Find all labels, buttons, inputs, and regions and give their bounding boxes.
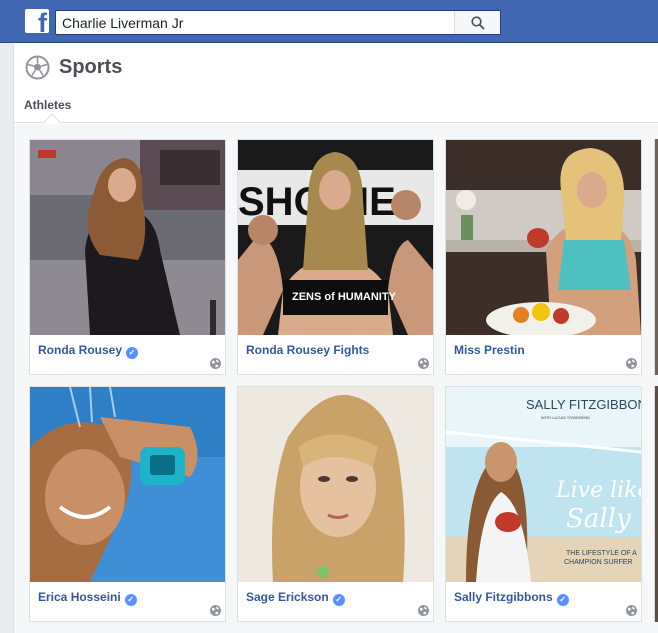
svg-text:Live like: Live like bbox=[555, 478, 641, 503]
athlete-photo[interactable] bbox=[30, 140, 225, 335]
svg-text:ZENS of HUMANITY: ZENS of HUMANITY bbox=[292, 291, 397, 303]
search-icon bbox=[470, 15, 485, 30]
facebook-logo-icon[interactable]: f bbox=[25, 9, 49, 33]
tab-athletes[interactable]: Athletes bbox=[24, 98, 71, 112]
athlete-card[interactable]: SHO ME ZENS of HUMANITY Ronda Rousey Fig… bbox=[237, 139, 434, 375]
globe-icon bbox=[210, 605, 221, 616]
partial-card[interactable] bbox=[654, 139, 658, 375]
svg-text:Sally: Sally bbox=[566, 504, 631, 534]
athlete-name[interactable]: Miss Prestin bbox=[454, 343, 525, 357]
athlete-name[interactable]: Ronda Rousey Fights bbox=[246, 343, 369, 357]
content-panel: Sports Athletes Ronda Rousey ✓ SHO ME ZE… bbox=[13, 43, 658, 633]
athlete-name[interactable]: Ronda Rousey ✓ bbox=[38, 343, 139, 359]
soccer-ball-icon bbox=[25, 55, 50, 80]
page-header: Sports Athletes bbox=[14, 43, 658, 131]
athlete-card[interactable]: Sage Erickson ✓ bbox=[237, 386, 434, 622]
globe-icon bbox=[626, 605, 637, 616]
athlete-photo[interactable] bbox=[446, 140, 641, 335]
athlete-name[interactable]: Sage Erickson ✓ bbox=[246, 590, 345, 606]
tab-divider bbox=[14, 122, 658, 123]
globe-icon bbox=[418, 358, 429, 369]
athlete-card[interactable]: Erica Hosseini ✓ bbox=[29, 386, 226, 622]
athlete-photo[interactable]: SALLY FITZGIBBONS WITH LUCAS TOWNSEND Li… bbox=[446, 387, 641, 582]
athlete-card[interactable]: Ronda Rousey ✓ bbox=[29, 139, 226, 375]
search-input[interactable] bbox=[56, 11, 456, 34]
top-bar: f bbox=[0, 0, 658, 43]
globe-icon bbox=[626, 358, 637, 369]
athlete-name[interactable]: Erica Hosseini ✓ bbox=[38, 590, 137, 606]
athlete-card[interactable]: SALLY FITZGIBBONS WITH LUCAS TOWNSEND Li… bbox=[445, 386, 642, 622]
svg-text:THE LIFESTYLE OF A: THE LIFESTYLE OF A bbox=[566, 550, 637, 557]
globe-icon bbox=[210, 358, 221, 369]
verified-badge-icon: ✓ bbox=[124, 594, 137, 606]
page-title: Sports bbox=[59, 56, 123, 78]
svg-text:CHAMPION SURFER: CHAMPION SURFER bbox=[564, 559, 632, 566]
search-button[interactable] bbox=[454, 11, 500, 34]
athletes-grid: Ronda Rousey ✓ SHO ME ZENS of HUMANITY R… bbox=[14, 124, 658, 633]
athlete-name[interactable]: Sally Fitzgibbons ✓ bbox=[454, 590, 569, 606]
athlete-photo[interactable] bbox=[238, 387, 433, 582]
svg-text:WITH LUCAS TOWNSEND: WITH LUCAS TOWNSEND bbox=[541, 415, 590, 420]
athlete-photo[interactable] bbox=[30, 387, 225, 582]
globe-icon bbox=[418, 605, 429, 616]
athlete-card[interactable]: Miss Prestin bbox=[445, 139, 642, 375]
partial-card[interactable] bbox=[654, 386, 658, 622]
verified-badge-icon: ✓ bbox=[332, 594, 345, 606]
verified-badge-icon: ✓ bbox=[556, 594, 569, 606]
search-box[interactable] bbox=[55, 10, 501, 35]
svg-text:SALLY FITZGIBBONS: SALLY FITZGIBBONS bbox=[526, 397, 641, 412]
verified-badge-icon: ✓ bbox=[126, 347, 139, 359]
athlete-photo[interactable]: SHO ME ZENS of HUMANITY bbox=[238, 140, 433, 335]
